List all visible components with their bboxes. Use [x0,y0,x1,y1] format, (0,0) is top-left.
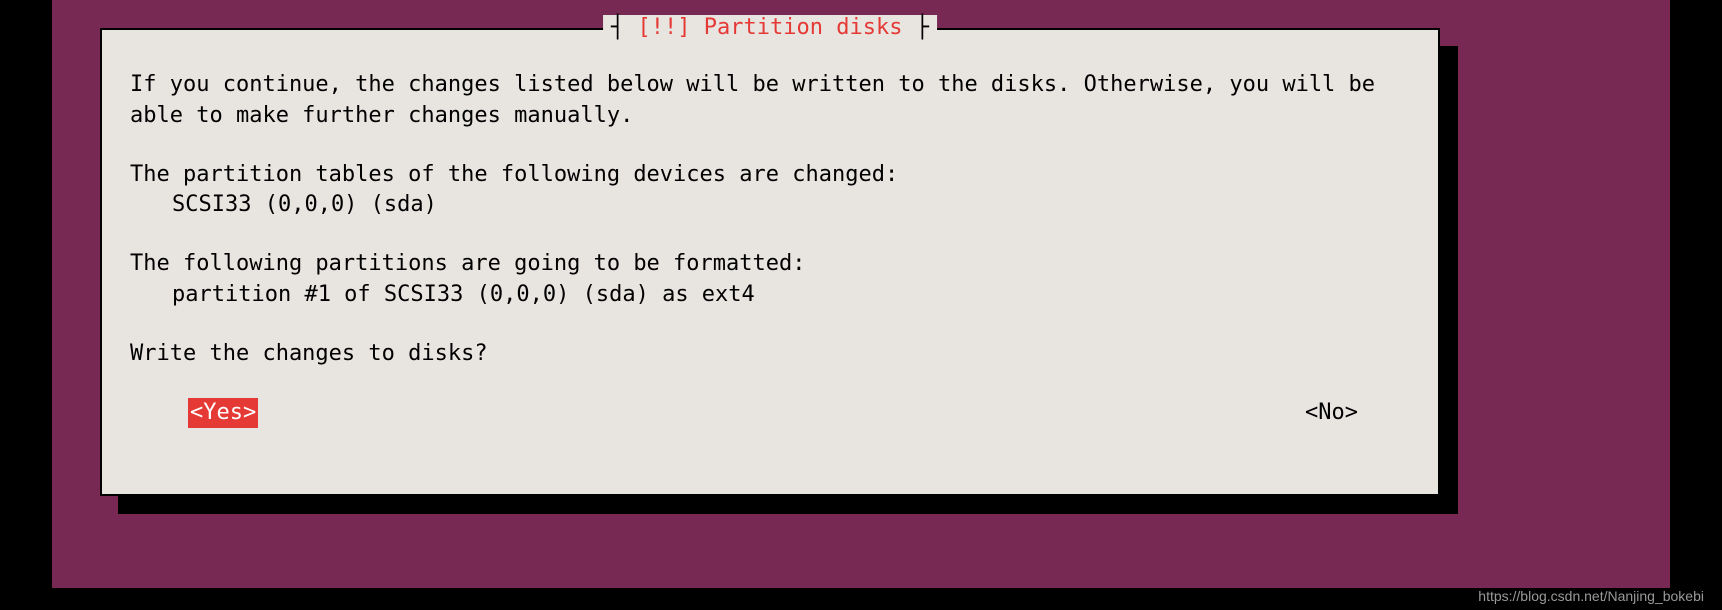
tables-changed-header: The partition tables of the following de… [130,160,1410,191]
yes-button[interactable]: <Yes> [188,398,258,429]
dialog-content: If you continue, the changes listed belo… [102,30,1438,448]
button-row: <Yes> <No> [130,398,1410,429]
formatted-item: partition #1 of SCSI33 (0,0,0) (sda) as … [130,280,1410,311]
formatted-header: The following partitions are going to be… [130,249,1410,280]
dialog-title: [!!] Partition disks [603,15,937,40]
watermark: https://blog.csdn.net/Nanjing_bokebi [1478,588,1704,604]
tables-changed-item: SCSI33 (0,0,0) (sda) [130,190,1410,221]
no-button[interactable]: <No> [1303,398,1360,429]
partition-dialog: [!!] Partition disks If you continue, th… [100,28,1440,496]
confirm-question: Write the changes to disks? [130,339,1410,370]
intro-text: If you continue, the changes listed belo… [130,70,1410,132]
